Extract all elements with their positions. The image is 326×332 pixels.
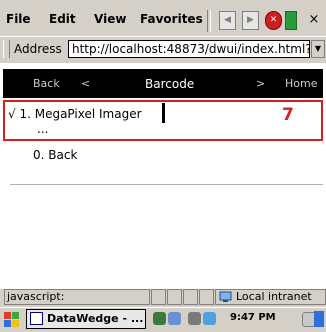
taskbar-app-button[interactable]: DataWedge - ... — [26, 309, 146, 329]
annotation-number: 7 — [282, 105, 294, 125]
header-next-arrow[interactable]: > — [256, 77, 265, 90]
list-item-back[interactable]: 0. Back — [33, 148, 77, 162]
status-pane — [199, 289, 214, 305]
status-pane — [167, 289, 182, 305]
header-back-link[interactable]: Back — [33, 77, 60, 90]
address-dropdown-button[interactable]: ▼ — [311, 40, 325, 58]
start-icon[interactable] — [2, 310, 21, 329]
page-title: Barcode — [145, 77, 195, 91]
intranet-icon — [219, 291, 232, 302]
sync-icon[interactable] — [168, 312, 181, 325]
divider — [10, 184, 323, 185]
nav-buttons: ◀ ▶ ✕ × — [219, 11, 326, 31]
menu-separator — [207, 10, 211, 32]
forward-arrow-icon[interactable]: ▶ — [242, 11, 259, 30]
header-home-link[interactable]: Home — [285, 77, 317, 90]
address-label: Address — [14, 42, 62, 56]
wifi-icon[interactable] — [203, 312, 216, 325]
menu-file[interactable]: File — [6, 12, 31, 26]
app-icon — [30, 312, 43, 325]
list-item-label[interactable]: √ 1. MegaPixel Imager — [8, 107, 142, 121]
status-pane — [151, 289, 166, 305]
back-arrow-icon[interactable]: ◀ — [219, 11, 236, 30]
close-icon[interactable]: × — [305, 11, 323, 30]
text-cursor — [162, 103, 165, 123]
menu-view[interactable]: View — [94, 12, 126, 26]
desktop-icon[interactable] — [314, 311, 324, 327]
menu-favorites[interactable]: Favorites — [140, 12, 203, 26]
stop-icon[interactable]: ✕ — [265, 11, 282, 30]
list-item-sub: ... — [37, 122, 49, 136]
status-pane — [183, 289, 198, 305]
address-grip — [3, 40, 10, 58]
clock: 9:47 PM — [230, 312, 276, 323]
signal-icon[interactable] — [188, 312, 201, 325]
header-prev-arrow[interactable]: < — [81, 77, 90, 90]
address-input[interactable]: http://localhost:48873/dwui/index.html?m — [68, 40, 310, 58]
network-icon[interactable] — [153, 312, 166, 325]
status-text: javascript: — [4, 289, 150, 305]
menu-edit[interactable]: Edit — [49, 12, 76, 26]
refresh-icon[interactable] — [285, 11, 297, 30]
